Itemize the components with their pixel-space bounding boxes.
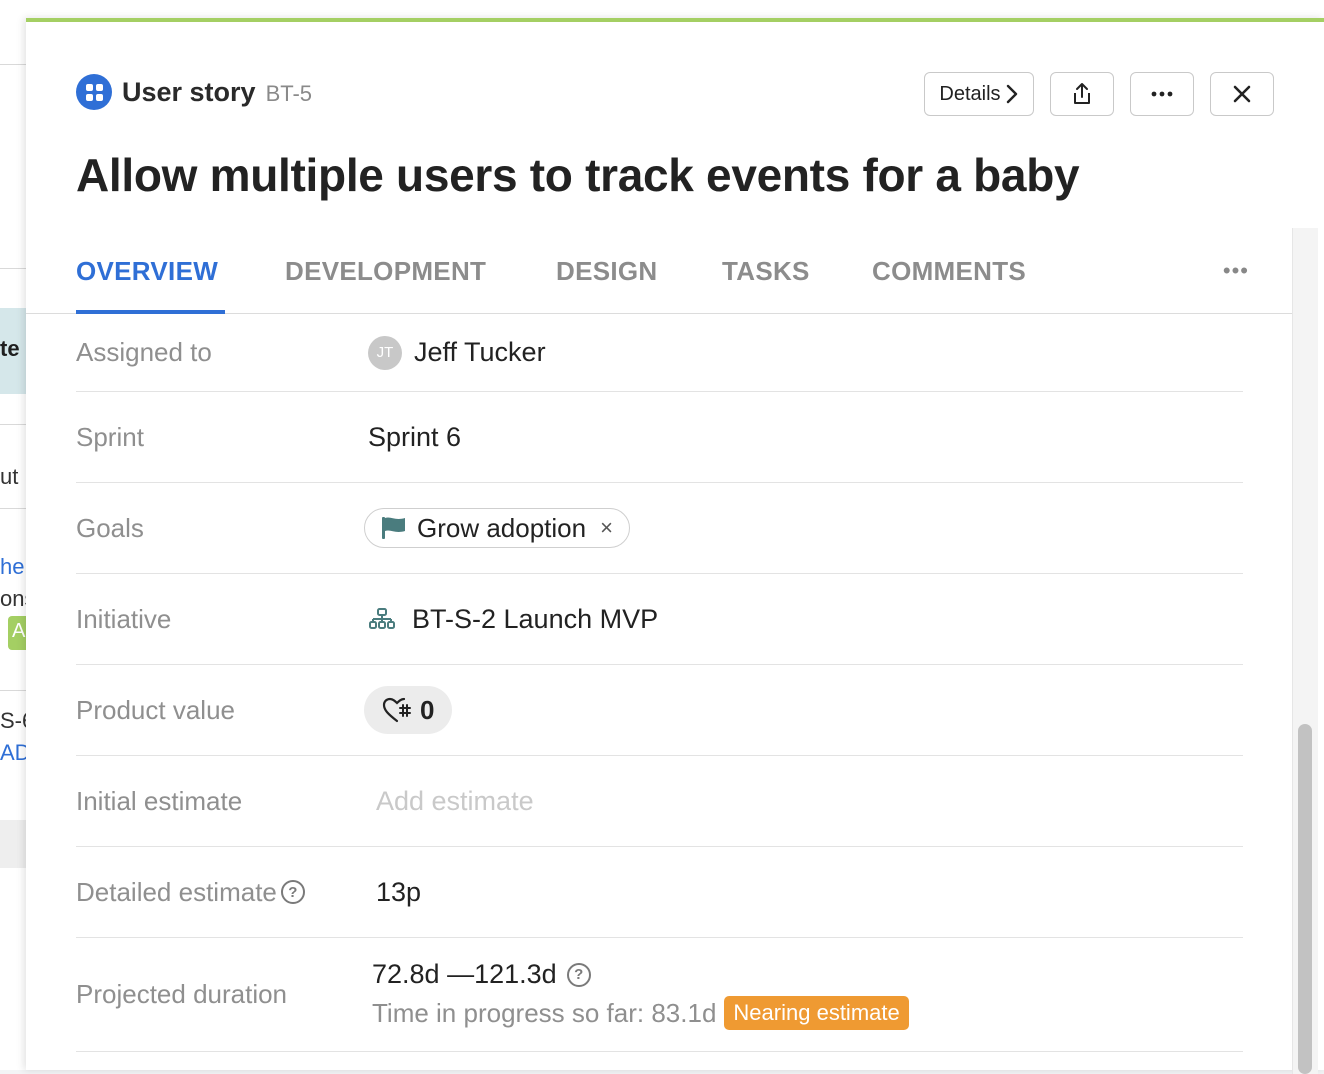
background-text: te (0, 336, 20, 361)
flag-icon (382, 517, 405, 539)
item-key: BT-5 (265, 81, 313, 106)
header-actions: Details (924, 72, 1274, 116)
field-label: Projected duration (76, 979, 288, 1009)
tab-bar: OVERVIEW DEVELOPMENT DESIGN TASKS COMMEN… (26, 248, 1293, 314)
hierarchy-icon (369, 608, 395, 629)
field-label: Detailed estimate (76, 876, 277, 907)
more-actions-button[interactable] (1130, 72, 1194, 116)
background-text: ons (0, 586, 28, 611)
field-label: Sprint (76, 421, 144, 452)
story-title[interactable]: Allow multiple users to track events for… (76, 148, 1080, 202)
share-button[interactable] (1050, 72, 1114, 116)
field-initial-estimate: Initial estimate Add estimate (76, 756, 1243, 847)
field-sprint: Sprint Sprint 6 (76, 392, 1243, 483)
detailed-estimate-value[interactable]: 13p (376, 877, 421, 908)
close-icon (1233, 85, 1251, 103)
initial-estimate-input[interactable]: Add estimate (376, 786, 534, 817)
field-projected-duration: Projected duration 72.8d —121.3d ? Time … (76, 938, 1243, 1052)
field-label: Assigned to (76, 337, 212, 367)
background-text: S-6 (0, 708, 28, 733)
field-product-value: Product value 0 (76, 665, 1243, 756)
background-text: ut (0, 464, 19, 489)
field-label: Initiative (76, 603, 172, 634)
field-detailed-estimate: Detailed estimate ? 13p (76, 847, 1243, 938)
goal-label: Grow adoption (417, 512, 587, 543)
field-label: Initial estimate (76, 785, 243, 816)
overview-fields: Assigned to JT Jeff Tucker Sprint Sprint… (76, 314, 1243, 1052)
product-value: 0 (364, 686, 453, 734)
initiative-value[interactable]: BT-S-2 Launch MVP (368, 604, 658, 635)
details-button[interactable]: Details (924, 72, 1034, 116)
share-icon (1074, 83, 1090, 104)
duration-range: 72.8d —121.3d (372, 959, 557, 989)
background-topbar (0, 0, 1324, 20)
story-detail-panel: User story BT-5 Details Allow multiple u… (26, 18, 1324, 1074)
goals-value: Grow adoption × (364, 508, 630, 548)
field-label: Product value (76, 694, 235, 725)
scrollbar-thumb[interactable] (1298, 724, 1312, 1074)
time-in-progress: Time in progress so far: 83.1d (372, 997, 717, 1028)
product-value-pill[interactable]: 0 (364, 686, 453, 734)
item-type-label: User story (122, 76, 256, 107)
user-story-grid-icon (76, 74, 112, 110)
tab-development[interactable]: DEVELOPMENT (285, 256, 486, 287)
field-assigned-to: Assigned to JT Jeff Tucker (76, 314, 1243, 392)
ellipsis-icon (1151, 91, 1173, 97)
field-label: Goals (76, 512, 144, 543)
initiative-label: BT-S-2 Launch MVP (412, 603, 659, 634)
remove-goal-icon[interactable]: × (600, 515, 613, 541)
avatar: JT (368, 335, 402, 370)
assignee-value[interactable]: JT Jeff Tucker (368, 335, 546, 370)
status-badge: Nearing estimate (724, 996, 909, 1030)
background-link[interactable]: he (0, 554, 28, 580)
tab-comments[interactable]: COMMENTS (872, 256, 1026, 287)
help-icon[interactable]: ? (566, 962, 591, 987)
details-button-label: Details (939, 82, 1001, 105)
goal-chip[interactable]: Grow adoption × (364, 508, 630, 548)
assignee-name: Jeff Tucker (414, 337, 546, 367)
tabs-more-button[interactable]: ••• (1223, 258, 1249, 284)
tab-overview[interactable]: OVERVIEW (76, 256, 218, 287)
heart-hash-icon (382, 697, 411, 723)
sprint-value[interactable]: Sprint 6 (368, 422, 461, 453)
product-value-number: 0 (420, 694, 435, 725)
chevron-right-icon (1006, 84, 1017, 104)
tab-design[interactable]: DESIGN (556, 256, 657, 287)
background-link[interactable]: AD (0, 740, 28, 766)
tab-tasks[interactable]: TASKS (722, 256, 810, 287)
help-icon[interactable]: ? (280, 880, 305, 904)
field-goals: Goals Grow adoption × (76, 483, 1243, 574)
story-header: User story BT-5 (76, 74, 312, 110)
field-label-wrap: Detailed estimate ? (76, 877, 305, 908)
field-initiative: Initiative BT-S-2 Launch MVP (76, 574, 1243, 665)
projected-duration-value: 72.8d —121.3d ? Time in progress so far:… (372, 959, 909, 1030)
close-button[interactable] (1210, 72, 1274, 116)
